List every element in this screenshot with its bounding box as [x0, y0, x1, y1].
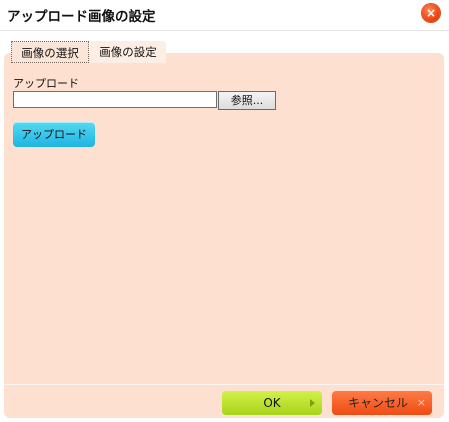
dialog-title: アップロード画像の設定 [7, 9, 156, 25]
upload-button[interactable]: アップロード [13, 122, 95, 147]
cancel-button[interactable]: キャンセル × [332, 391, 432, 415]
cancel-button-label: キャンセル [347, 396, 408, 410]
close-icon: × [416, 396, 426, 409]
close-icon: × [425, 6, 437, 20]
tab-image-settings[interactable]: 画像の設定 [90, 41, 166, 63]
ok-button-label: OK [263, 396, 281, 410]
footer-divider [4, 384, 444, 385]
close-button[interactable]: × [422, 4, 440, 22]
dialog-titlebar: アップロード画像の設定 × [0, 0, 449, 31]
file-path-input[interactable] [13, 91, 217, 108]
browse-button[interactable]: 参照... [218, 91, 276, 110]
tab-image-select[interactable]: 画像の選択 [11, 41, 89, 63]
ok-button[interactable]: OK [222, 391, 322, 415]
upload-label: アップロード [13, 77, 79, 90]
arrow-right-icon [310, 399, 315, 407]
